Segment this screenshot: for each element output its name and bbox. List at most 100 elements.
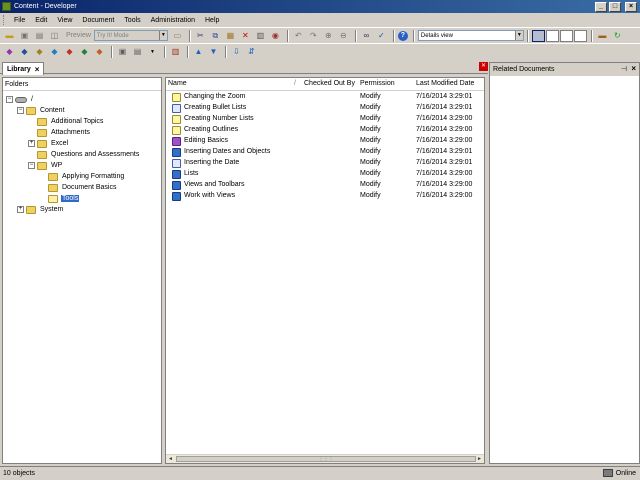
help-icon[interactable]: ? <box>397 30 408 41</box>
tree-node[interactable]: Additional Topics <box>28 116 104 127</box>
menu-administration[interactable]: Administration <box>146 17 200 24</box>
expand-icon[interactable]: ⊕ <box>322 30 335 42</box>
new-web-page-icon[interactable]: ◆ <box>48 46 61 58</box>
document-icon[interactable]: ▭ <box>171 30 184 42</box>
table-row[interactable]: Views and Toolbars Modify 7/16/2014 3:29:0… <box>166 180 484 191</box>
generate-icon[interactable]: ▥ <box>169 46 182 58</box>
table-row[interactable]: Creating Outlines Modify 7/16/2014 3:29:00 <box>166 125 484 136</box>
check-in-icon[interactable]: ▲ <box>192 46 205 58</box>
new-package-icon[interactable]: ◆ <box>63 46 76 58</box>
tree-node[interactable]: Attachments <box>28 127 91 138</box>
dropdown-arrow-icon[interactable]: ▼ <box>146 46 159 58</box>
menu-document[interactable]: Document <box>77 17 119 24</box>
close-tab-icon[interactable]: × <box>35 65 40 74</box>
save-icon[interactable]: ▣ <box>18 30 31 42</box>
close-window-button[interactable]: × <box>625 1 637 12</box>
redo-icon[interactable]: ↷ <box>307 30 320 42</box>
expand-icon[interactable]: + <box>28 140 35 147</box>
close-pane-icon[interactable]: ✕ <box>479 62 488 71</box>
tree-node-label: System <box>40 206 64 213</box>
table-row[interactable]: Editing Basics Modify 7/16/2014 3:29:00 <box>166 136 484 147</box>
layout-split-horizontal-icon[interactable] <box>545 29 559 42</box>
column-permission[interactable]: Permission <box>360 80 395 87</box>
menu-edit[interactable]: Edit <box>30 17 52 24</box>
publish-icon[interactable]: ▬ <box>596 30 609 42</box>
undo-icon[interactable]: ↶ <box>292 30 305 42</box>
table-row[interactable]: Creating Number Lists Modify 7/16/2014 3:2… <box>166 114 484 125</box>
table-row[interactable]: Changing the Zoom Modify 7/16/2014 3:29:01 <box>166 92 484 103</box>
cut-icon[interactable]: ✂ <box>194 30 207 42</box>
column-last-modified[interactable]: Last Modified Date <box>416 80 474 87</box>
tree-node[interactable]: − / <box>6 94 34 105</box>
tab-library[interactable]: Library × <box>2 62 45 75</box>
maximize-button[interactable]: □ <box>609 1 621 12</box>
table-row[interactable]: Inserting the Date Modify 7/16/2014 3:29:0… <box>166 158 484 169</box>
object-count: 10 objects <box>3 470 35 477</box>
copy-icon[interactable]: ⧉ <box>209 30 222 42</box>
close-icon[interactable]: × <box>631 64 636 73</box>
menu-tools[interactable]: Tools <box>119 17 145 24</box>
column-name[interactable]: Name <box>168 80 187 87</box>
binoculars-icon[interactable]: ∞ <box>360 30 373 42</box>
open-folder-icon[interactable]: ▬ <box>3 30 16 42</box>
table-row[interactable]: Creating Bullet Lists Modify 7/16/2014 3:2… <box>166 103 484 114</box>
column-checked-out-by[interactable]: Checked Out By <box>304 80 355 87</box>
scroll-thumb[interactable]: ⋮⋮⋮ <box>176 456 476 462</box>
collapse-icon[interactable]: − <box>17 107 24 114</box>
document-properties-icon[interactable]: ▤ <box>131 46 144 58</box>
tree-node[interactable]: − WP <box>28 160 63 171</box>
table-row[interactable]: Lists Modify 7/16/2014 3:29:00 <box>166 169 484 180</box>
document-modified-date: 7/16/2014 3:29:00 <box>416 126 473 133</box>
tree-node[interactable]: − Content <box>17 105 66 116</box>
horizontal-scrollbar[interactable]: ◄ ⋮⋮⋮ ► <box>166 454 484 463</box>
menu-view[interactable]: View <box>52 17 77 24</box>
sync-icon[interactable]: ⇵ <box>245 46 258 58</box>
layout-full-icon[interactable] <box>531 29 545 42</box>
preview-icon[interactable]: ◫ <box>48 30 61 42</box>
new-module-icon[interactable]: ◆ <box>3 46 16 58</box>
minimize-button[interactable]: _ <box>595 1 607 12</box>
new-topic-icon[interactable]: ◆ <box>33 46 46 58</box>
scroll-right-icon[interactable]: ► <box>475 455 484 463</box>
tree-node[interactable]: Document Basics <box>39 182 117 193</box>
collapse-icon[interactable]: − <box>28 162 35 169</box>
new-role-icon[interactable]: ◆ <box>93 46 106 58</box>
tree-node[interactable]: Applying Formatting <box>39 171 125 182</box>
find-document-icon[interactable]: ◉ <box>269 30 282 42</box>
new-section-icon[interactable]: ◆ <box>18 46 31 58</box>
scroll-left-icon[interactable]: ◄ <box>166 455 175 463</box>
menu-help[interactable]: Help <box>200 17 224 24</box>
properties-icon[interactable]: ▥ <box>254 30 267 42</box>
collapse-icon[interactable]: ⊖ <box>337 30 350 42</box>
collapse-icon[interactable]: − <box>6 96 13 103</box>
tree-node[interactable]: Questions and Assessments <box>28 149 140 160</box>
spell-check-icon[interactable]: ✓ <box>375 30 388 42</box>
check-out-icon[interactable]: ▼ <box>207 46 220 58</box>
refresh-icon[interactable]: ↻ <box>611 30 624 42</box>
table-row[interactable]: Inserting Dates and Objects Modify 7/16/20… <box>166 147 484 158</box>
get-latest-icon[interactable]: ⇩ <box>230 46 243 58</box>
tree-node[interactable]: + Excel <box>28 138 69 149</box>
document-tabs: Library × <box>0 60 488 75</box>
toolbar-separator <box>188 29 191 42</box>
book-icon <box>172 148 181 157</box>
tree-node-label: Excel <box>51 140 69 147</box>
tree-node[interactable]: Tools <box>39 193 80 204</box>
print-icon[interactable]: ▤ <box>33 30 46 42</box>
preview-button[interactable]: Preview <box>63 32 94 39</box>
delete-icon[interactable]: ✕ <box>239 30 252 42</box>
layout-three-pane-icon[interactable] <box>573 29 587 42</box>
layout-split-vertical-icon[interactable] <box>559 29 573 42</box>
new-glossary-icon[interactable]: ◆ <box>78 46 91 58</box>
pin-icon[interactable]: ⊣ <box>621 65 627 73</box>
tree-node[interactable]: + System <box>17 204 64 215</box>
mode-select[interactable]: Try It! Mode ▼ <box>93 30 168 41</box>
menu-file[interactable]: File <box>9 17 30 24</box>
view-select[interactable]: Details view ▼ <box>417 30 524 41</box>
table-row[interactable]: Work with Views Modify 7/16/2014 3:29:00 <box>166 191 484 202</box>
expand-icon[interactable]: + <box>17 206 24 213</box>
tree-node-label: / <box>31 96 33 103</box>
edit-document-icon[interactable]: ▣ <box>116 46 129 58</box>
paste-icon[interactable]: ▦ <box>224 30 237 42</box>
folder-icon <box>37 128 47 137</box>
